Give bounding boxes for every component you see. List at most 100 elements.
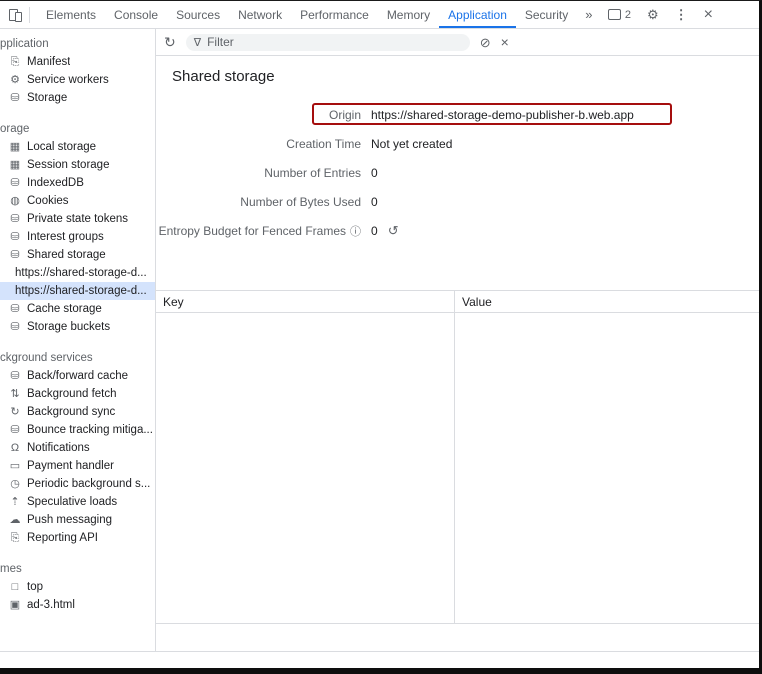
sidebar-item-background-fetch[interactable]: ⇅Background fetch <box>0 385 155 403</box>
sidebar-item-https-shared-storage-d[interactable]: https://shared-storage-d... <box>0 264 155 282</box>
database-icon: ⛁ <box>8 322 22 333</box>
sidebar-item-back-forward-cache[interactable]: ⛁Back/forward cache <box>0 367 155 385</box>
refresh-icon[interactable]: ↻ <box>164 35 176 49</box>
sidebar-item-reporting-api[interactable]: ⎘Reporting API <box>0 529 155 547</box>
tab-network[interactable]: Network <box>229 1 291 28</box>
meta-row: Origin https://shared-storage-demo-publis… <box>156 100 759 129</box>
tab-memory[interactable]: Memory <box>378 1 439 28</box>
tab-elements[interactable]: Elements <box>37 1 105 28</box>
meta-value-text: https://shared-storage-demo-publisher-b.… <box>371 108 634 122</box>
page-title: Shared storage <box>172 68 743 86</box>
meta-label-text: Number of Bytes Used <box>240 195 361 209</box>
sidebar-item-indexeddb[interactable]: ⛁IndexedDB <box>0 174 155 192</box>
database-icon: ⛁ <box>8 304 22 315</box>
application-sidebar: pplication⎘Manifest⚙Service workers⛁Stor… <box>0 29 156 651</box>
devtools-window: ElementsConsoleSourcesNetworkPerformance… <box>0 0 762 674</box>
sidebar-item-label: Shared storage <box>27 249 106 261</box>
tab-application[interactable]: Application <box>439 1 516 28</box>
sidebar-item-private-state-tokens[interactable]: ⛁Private state tokens <box>0 210 155 228</box>
meta-value-text: 0 <box>371 166 378 180</box>
meta-value: https://shared-storage-demo-publisher-b.… <box>371 108 634 122</box>
column-header-key[interactable]: Key <box>156 291 455 312</box>
grid-header: KeyValue <box>156 291 759 313</box>
meta-row: Entropy Budget for Fenced Frames ⓘ 0 ↺ <box>156 216 759 245</box>
sidebar-item-label: Private state tokens <box>27 213 128 225</box>
sidebar-item-label: Manifest <box>27 56 70 68</box>
sidebar-item-label: Background fetch <box>27 388 117 400</box>
sidebar-section: mes□top▣ad-3.html <box>0 560 155 614</box>
close-icon[interactable]: × <box>501 35 509 49</box>
sidebar-item-storage[interactable]: ⛁Storage <box>0 89 155 107</box>
tab-console[interactable]: Console <box>105 1 167 28</box>
tab-security[interactable]: Security <box>516 1 577 28</box>
cookie-icon: ◍ <box>8 196 22 207</box>
sidebar-item-cache-storage[interactable]: ⛁Cache storage <box>0 300 155 318</box>
filter-input[interactable] <box>207 35 462 49</box>
main-panel: ↻ ∇ ⊘ × Shared storage Origin https://sha… <box>156 29 759 651</box>
sidebar-item-label: IndexedDB <box>27 177 84 189</box>
console-messages-button[interactable]: 2 <box>608 9 631 21</box>
sidebar-item-background-sync[interactable]: ↻Background sync <box>0 403 155 421</box>
document-icon: ⎘ <box>8 57 22 68</box>
filter-funnel-icon: ∇ <box>194 36 201 49</box>
frame-icon: □ <box>8 582 22 593</box>
meta-value-text: 0 <box>371 224 378 238</box>
sidebar-item-label: Push messaging <box>27 514 112 526</box>
sidebar-section: pplication⎘Manifest⚙Service workers⛁Stor… <box>0 35 155 107</box>
tabbar-right-controls: 2 ⚙ ⋮ × <box>608 7 713 23</box>
sidebar-item-shared-storage[interactable]: ⛁ Shared storage <box>0 246 155 264</box>
toggle-device-toolbar-icon[interactable] <box>8 8 22 22</box>
sidebar-item-label: https://shared-storage-d... <box>15 267 147 279</box>
sidebar-item-label: Payment handler <box>27 460 114 472</box>
clear-all-icon[interactable]: ⊘ <box>480 36 491 49</box>
tab-sources[interactable]: Sources <box>167 1 229 28</box>
meta-value-text: 0 <box>371 195 378 209</box>
tabbar-tabs: ElementsConsoleSourcesNetworkPerformance… <box>37 1 577 28</box>
database-icon: ⛁ <box>8 250 22 261</box>
devtools-body: pplication⎘Manifest⚙Service workers⛁Stor… <box>0 29 759 651</box>
sidebar-item-label: Speculative loads <box>27 496 117 508</box>
sidebar-item-local-storage[interactable]: ▦Local storage <box>0 138 155 156</box>
sidebar-item-label: ad-3.html <box>27 599 75 611</box>
database-icon: ⛁ <box>8 232 22 243</box>
sidebar-section: orage▦Local storage▦Session storage⛁Inde… <box>0 120 155 336</box>
meta-label-text: Creation Time <box>286 137 361 151</box>
sidebar-item-speculative-loads[interactable]: ⇡Speculative loads <box>0 493 155 511</box>
sidebar-item-label: Periodic background s... <box>27 478 150 490</box>
sidebar-item-label: Session storage <box>27 159 109 171</box>
meta-label-text: Origin <box>329 108 361 122</box>
sidebar-item-top[interactable]: □top <box>0 578 155 596</box>
meta-row: Creation Time Not yet created <box>156 129 759 158</box>
reset-budget-icon[interactable]: ↺ <box>388 223 399 239</box>
sidebar-section-header: mes <box>0 560 155 578</box>
column-header-value[interactable]: Value <box>455 291 759 312</box>
sidebar-item-payment-handler[interactable]: ▭Payment handler <box>0 457 155 475</box>
sidebar-item-label: Storage buckets <box>27 321 110 333</box>
sidebar-item-push-messaging[interactable]: ☁Push messaging <box>0 511 155 529</box>
info-icon[interactable]: ⓘ <box>350 223 361 239</box>
sidebar-item-cookies[interactable]: ◍ Cookies <box>0 192 155 210</box>
sidebar-item-manifest[interactable]: ⎘ Manifest <box>0 53 155 71</box>
sidebar-item-service-workers[interactable]: ⚙Service workers <box>0 71 155 89</box>
table-icon: ▦ <box>8 160 22 171</box>
sidebar-item-label: Cookies <box>27 195 69 207</box>
database-icon: ⛁ <box>8 93 22 104</box>
close-devtools-icon[interactable]: × <box>704 7 713 23</box>
sidebar-item-storage-buckets[interactable]: ⛁ Storage buckets <box>0 318 155 336</box>
sidebar-item-https-shared-storage-d[interactable]: https://shared-storage-d... <box>0 282 155 300</box>
meta-label-text: Entropy Budget for Fenced Frames <box>159 224 346 238</box>
sidebar-item-interest-groups[interactable]: ⛁Interest groups <box>0 228 155 246</box>
sidebar-item-notifications[interactable]: ΩNotifications <box>0 439 155 457</box>
meta-value-text: Not yet created <box>371 137 452 151</box>
more-tabs-button[interactable]: » <box>577 7 600 22</box>
sidebar-item-periodic-background-s[interactable]: ◷Periodic background s... <box>0 475 155 493</box>
sidebar-item-ad-3-html[interactable]: ▣ad-3.html <box>0 596 155 614</box>
filter-box: ∇ <box>186 34 470 51</box>
settings-gear-icon[interactable]: ⚙ <box>647 8 659 21</box>
more-options-icon[interactable]: ⋮ <box>675 8 688 21</box>
messages-count-badge: 2 <box>625 9 631 21</box>
sidebar-item-session-storage[interactable]: ▦ Session storage <box>0 156 155 174</box>
tabbar-divider <box>29 7 30 23</box>
tab-performance[interactable]: Performance <box>291 1 378 28</box>
sidebar-item-bounce-tracking-mitiga[interactable]: ⛁Bounce tracking mitiga... <box>0 421 155 439</box>
